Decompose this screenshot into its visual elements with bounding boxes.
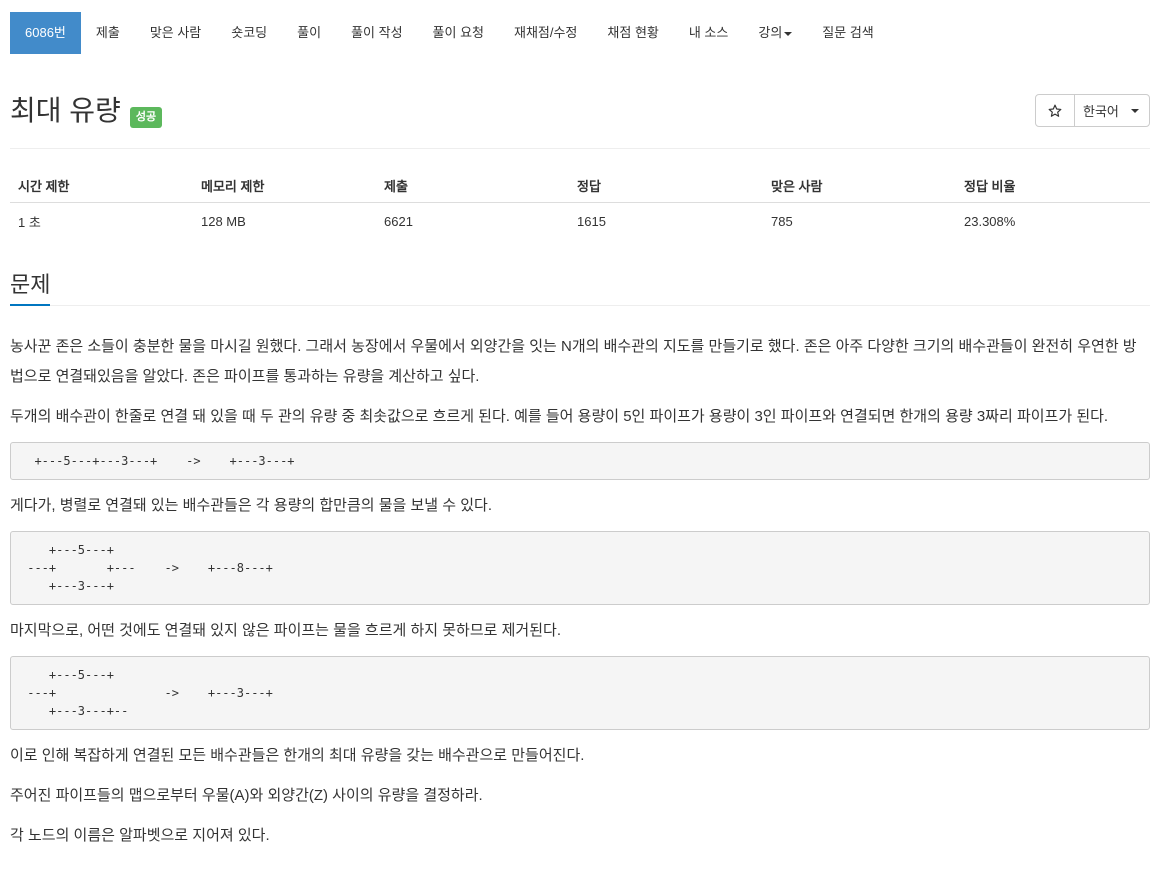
section-title: 문제 (10, 270, 51, 306)
problem-description: 농사꾼 존은 소들이 충분한 물을 마시길 원했다. 그래서 농장에서 우물에서… (10, 332, 1150, 851)
tab-solutions[interactable]: 풀이 (282, 12, 336, 54)
caret-down-icon (1131, 108, 1139, 113)
table-head: 시간 제한 메모리 제한 제출 정답 맞은 사람 정답 비율 (10, 168, 1150, 203)
tab-question-search[interactable]: 질문 검색 (807, 12, 888, 54)
accepted-value: 1615 (577, 213, 606, 229)
problem-paragraph: 마지막으로, 어떤 것에도 연결돼 있지 않은 파이프는 물을 흐르게 하지 못… (10, 622, 561, 639)
problem-paragraph: 주어진 파이프들의 맵으로부터 우물(A)와 외양간(Z) 사이의 유량을 결정… (10, 787, 483, 804)
status-badge: 성공 (129, 107, 163, 128)
section-headline: 문제 (10, 270, 1150, 306)
tab-judge-status[interactable]: 채점 현황 (592, 12, 673, 54)
problem-section: 문제 농사꾼 존은 소들이 충분한 물을 마시길 원했다. 그래서 농장에서 우… (10, 270, 1150, 851)
tab-lectures-label: 강의 (758, 25, 783, 40)
time-limit-header: 시간 제한 (10, 168, 193, 203)
tab-request-solution[interactable]: 풀이 요청 (418, 12, 499, 54)
pipe-diagram: +---5---+ ---+ +--- -> +---8---+ +---3--… (10, 531, 1150, 605)
problem-paragraph: 각 노드의 이름은 알파벳으로 지어져 있다. (10, 827, 270, 844)
main-container: 6086번 제출 맞은 사람 숏코딩 풀이 풀이 작성 풀이 요청 재채점/수정… (0, 12, 1165, 851)
tab-accepted-users[interactable]: 맞은 사람 (135, 12, 216, 54)
tab-problem[interactable]: 6086번 (10, 12, 81, 54)
problem-paragraph: 두개의 배수관이 한줄로 연결 돼 있을 때 두 관의 유량 중 최솟값으로 흐… (10, 408, 1109, 425)
memory-limit-value: 128 MB (201, 213, 246, 229)
solved-users-header: 맞은 사람 (763, 168, 956, 203)
tab-write-solution[interactable]: 풀이 작성 (336, 12, 417, 54)
tab-short-coding[interactable]: 숏코딩 (216, 12, 282, 54)
time-limit-value: 1 초 (18, 214, 41, 230)
tab-submit[interactable]: 제출 (81, 12, 135, 54)
accepted-ratio-value: 23.308% (964, 213, 1016, 229)
problem-paragraph: 농사꾼 존은 소들이 충분한 물을 마시길 원했다. 그래서 농장에서 우물에서… (10, 338, 1137, 385)
table-row: 1 초 128 MB 6621 1615 785 23.308% (10, 203, 1150, 239)
submissions-header: 제출 (376, 168, 569, 203)
language-select-value: 한국어 (1083, 104, 1119, 119)
header-actions: 한국어 (1035, 94, 1150, 127)
problem-paragraph: 이로 인해 복잡하게 연결된 모든 배수관들은 한개의 최대 유량을 갖는 배수… (10, 747, 585, 764)
problem-info-table: 시간 제한 메모리 제한 제출 정답 맞은 사람 정답 비율 1 초 128 M… (10, 168, 1150, 239)
title-row: 최대 유량 성공 (10, 94, 163, 128)
accepted-header: 정답 (569, 168, 763, 203)
pipe-diagram: +---5---+---3---+ -> +---3---+ (10, 442, 1150, 480)
problem-menu: 6086번 제출 맞은 사람 숏코딩 풀이 풀이 작성 풀이 요청 재채점/수정… (10, 12, 1150, 54)
star-icon (1048, 104, 1062, 117)
language-select[interactable]: 한국어 (1074, 94, 1150, 127)
accepted-ratio-header: 정답 비율 (956, 168, 1150, 203)
page-header: 최대 유량 성공 한국어 (10, 54, 1150, 149)
memory-limit-header: 메모리 제한 (193, 168, 376, 203)
tab-my-source[interactable]: 내 소스 (674, 12, 744, 54)
tab-lectures-dropdown[interactable]: 강의 (743, 12, 807, 54)
table-body: 1 초 128 MB 6621 1615 785 23.308% (10, 203, 1150, 239)
solved-users-value: 785 (771, 213, 793, 229)
table-header-row: 시간 제한 메모리 제한 제출 정답 맞은 사람 정답 비율 (10, 168, 1150, 203)
tab-rejudge-edit[interactable]: 재채점/수정 (499, 12, 592, 54)
page: 6086번 제출 맞은 사람 숏코딩 풀이 풀이 작성 풀이 요청 재채점/수정… (0, 0, 1165, 879)
submissions-value: 6621 (384, 213, 413, 229)
problem-title: 최대 유량 (10, 95, 121, 126)
favorite-button[interactable] (1035, 94, 1075, 127)
problem-paragraph: 게다가, 병렬로 연결돼 있는 배수관들은 각 용량의 합만큼의 물을 보낼 수… (10, 497, 492, 514)
pipe-diagram: +---5---+ ---+ -> +---3---+ +---3---+-- (10, 656, 1150, 730)
caret-down-icon (784, 31, 793, 36)
